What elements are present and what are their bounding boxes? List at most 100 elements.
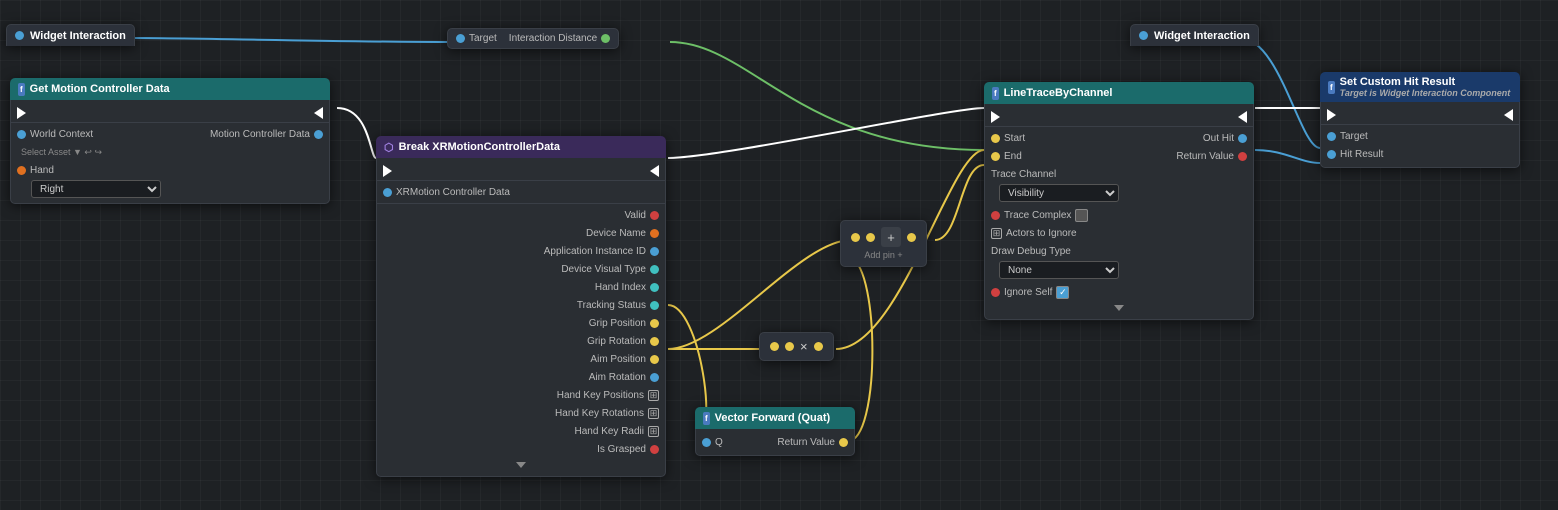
q-input-pin[interactable] <box>702 438 711 447</box>
target-pin[interactable] <box>1327 132 1336 141</box>
hand-key-rotations-pin[interactable]: ⊞ <box>648 408 659 419</box>
hand-key-radii-pin[interactable]: ⊞ <box>648 426 659 437</box>
node-title: Break XRMotionControllerData <box>399 141 560 153</box>
return-value-label2: Return Value <box>1176 151 1234 162</box>
add-pin-node[interactable]: + Add pin + <box>840 220 927 267</box>
exec-out-pin[interactable] <box>650 165 659 177</box>
start-pin[interactable] <box>991 134 1000 143</box>
target-label: Target <box>1340 131 1368 142</box>
trace-channel-label: Trace Channel <box>991 169 1056 180</box>
motion-data-pin[interactable] <box>314 130 323 139</box>
aim-position-label: Aim Position <box>590 354 646 365</box>
node-title: Vector Forward (Quat) <box>715 412 831 424</box>
func-icon: f <box>703 412 710 425</box>
node-title: Set Custom Hit Result <box>1340 76 1511 88</box>
select-asset-label: Select Asset ▼ ↩ ↪ <box>21 147 102 158</box>
device-name-pin[interactable] <box>650 229 659 238</box>
vector-forward-node[interactable]: f Vector Forward (Quat) Q Return Value <box>695 407 855 456</box>
set-custom-hit-node[interactable]: f Set Custom Hit Result Target is Widget… <box>1320 72 1520 168</box>
trace-channel-dropdown[interactable]: Visibility Camera WorldStatic <box>999 184 1119 202</box>
grip-rotation-pin[interactable] <box>650 337 659 346</box>
ignore-self-pin[interactable] <box>991 288 1000 297</box>
addpin-out[interactable] <box>907 233 916 242</box>
world-context-pin[interactable] <box>17 130 26 139</box>
is-grasped-pin[interactable] <box>650 445 659 454</box>
mult-out[interactable] <box>814 342 823 351</box>
target-input-pin[interactable] <box>456 34 465 43</box>
exec-out-pin[interactable] <box>1504 109 1513 121</box>
ignore-self-checkbox[interactable]: ✓ <box>1056 286 1069 299</box>
return-value-pin2[interactable] <box>1238 152 1247 161</box>
start-label: Start <box>1004 133 1025 144</box>
hit-result-pin[interactable] <box>1327 150 1336 159</box>
xr-input-pin[interactable] <box>383 188 392 197</box>
hand-key-positions-pin[interactable]: ⊞ <box>648 390 659 401</box>
expand-chevron[interactable] <box>1114 305 1124 311</box>
return-value-label: Return Value <box>777 437 835 448</box>
aim-rotation-pin[interactable] <box>650 373 659 382</box>
end-pin[interactable] <box>991 152 1000 161</box>
node-title: LineTraceByChannel <box>1004 87 1113 99</box>
actors-ignore-label: Actors to Ignore <box>1006 228 1077 239</box>
device-name-label: Device Name <box>586 228 646 239</box>
widget-interaction-node-right[interactable]: Widget Interaction <box>1130 24 1259 46</box>
hand-index-label: Hand Index <box>595 282 646 293</box>
get-motion-controller-node[interactable]: f Get Motion Controller Data World Conte… <box>10 78 330 204</box>
interaction-distance-pin[interactable] <box>601 34 610 43</box>
func-icon: f <box>1328 81 1335 94</box>
addpin-in2[interactable] <box>866 233 875 242</box>
app-instance-label: Application Instance ID <box>544 246 646 257</box>
draw-debug-dropdown[interactable]: None ForOneFrame ForDuration Persistent <box>999 261 1119 279</box>
hand-key-positions-label: Hand Key Positions <box>557 390 644 401</box>
tracking-status-label: Tracking Status <box>577 300 646 311</box>
widget-interaction-node-left[interactable]: Widget Interaction <box>6 24 135 46</box>
break-xr-node[interactable]: ⬡ Break XRMotionControllerData XRMotion … <box>376 136 666 477</box>
draw-debug-label: Draw Debug Type <box>991 246 1071 257</box>
exec-out-pin[interactable] <box>1238 111 1247 123</box>
target-label: Target <box>469 33 497 44</box>
out-hit-pin[interactable] <box>1238 134 1247 143</box>
valid-pin[interactable] <box>650 211 659 220</box>
addpin-in1[interactable] <box>851 233 860 242</box>
actors-ignore-pin[interactable]: ⊞ <box>991 228 1002 239</box>
valid-label: Valid <box>625 210 647 221</box>
device-visual-pin[interactable] <box>650 265 659 274</box>
node-subtitle: Target is Widget Interaction Component <box>1340 88 1511 98</box>
node-output-pin[interactable] <box>1139 31 1148 40</box>
multiply-node[interactable]: × <box>759 332 834 361</box>
end-label: End <box>1004 151 1022 162</box>
mult-in1[interactable] <box>770 342 779 351</box>
node-output-pin[interactable] <box>15 31 24 40</box>
exec-in-pin[interactable] <box>383 165 392 177</box>
app-instance-pin[interactable] <box>650 247 659 256</box>
motion-data-label: Motion Controller Data <box>210 129 310 140</box>
ignore-self-label: Ignore Self <box>1004 287 1052 298</box>
exec-in-pin[interactable] <box>17 107 26 119</box>
hand-label: Hand <box>30 165 54 176</box>
hand-key-radii-label: Hand Key Radii <box>575 426 644 437</box>
expand-chevron[interactable] <box>516 462 526 468</box>
xr-input-label: XRMotion Controller Data <box>396 187 510 198</box>
grip-rotation-label: Grip Rotation <box>587 336 646 347</box>
hand-dropdown[interactable]: Right Left Any <box>31 180 161 198</box>
grip-position-pin[interactable] <box>650 319 659 328</box>
trace-complex-checkbox[interactable] <box>1075 209 1088 222</box>
node-title: Get Motion Controller Data <box>30 83 170 95</box>
plus-icon: + <box>881 227 901 247</box>
interaction-distance-node[interactable]: Target Interaction Distance <box>447 28 619 49</box>
aim-position-pin[interactable] <box>650 355 659 364</box>
mult-in2[interactable] <box>785 342 794 351</box>
hand-index-pin[interactable] <box>650 283 659 292</box>
exec-in-pin[interactable] <box>991 111 1000 123</box>
line-trace-node[interactable]: f LineTraceByChannel Start Out Hit <box>984 82 1254 320</box>
exec-out-pin[interactable] <box>314 107 323 119</box>
exec-in-pin[interactable] <box>1327 109 1336 121</box>
break-icon: ⬡ <box>384 141 394 154</box>
hand-pin[interactable] <box>17 166 26 175</box>
return-value-pin[interactable] <box>839 438 848 447</box>
device-visual-label: Device Visual Type <box>561 264 646 275</box>
trace-complex-pin[interactable] <box>991 211 1000 220</box>
func-icon: f <box>992 87 999 100</box>
node-title: Widget Interaction <box>1154 30 1250 42</box>
tracking-status-pin[interactable] <box>650 301 659 310</box>
